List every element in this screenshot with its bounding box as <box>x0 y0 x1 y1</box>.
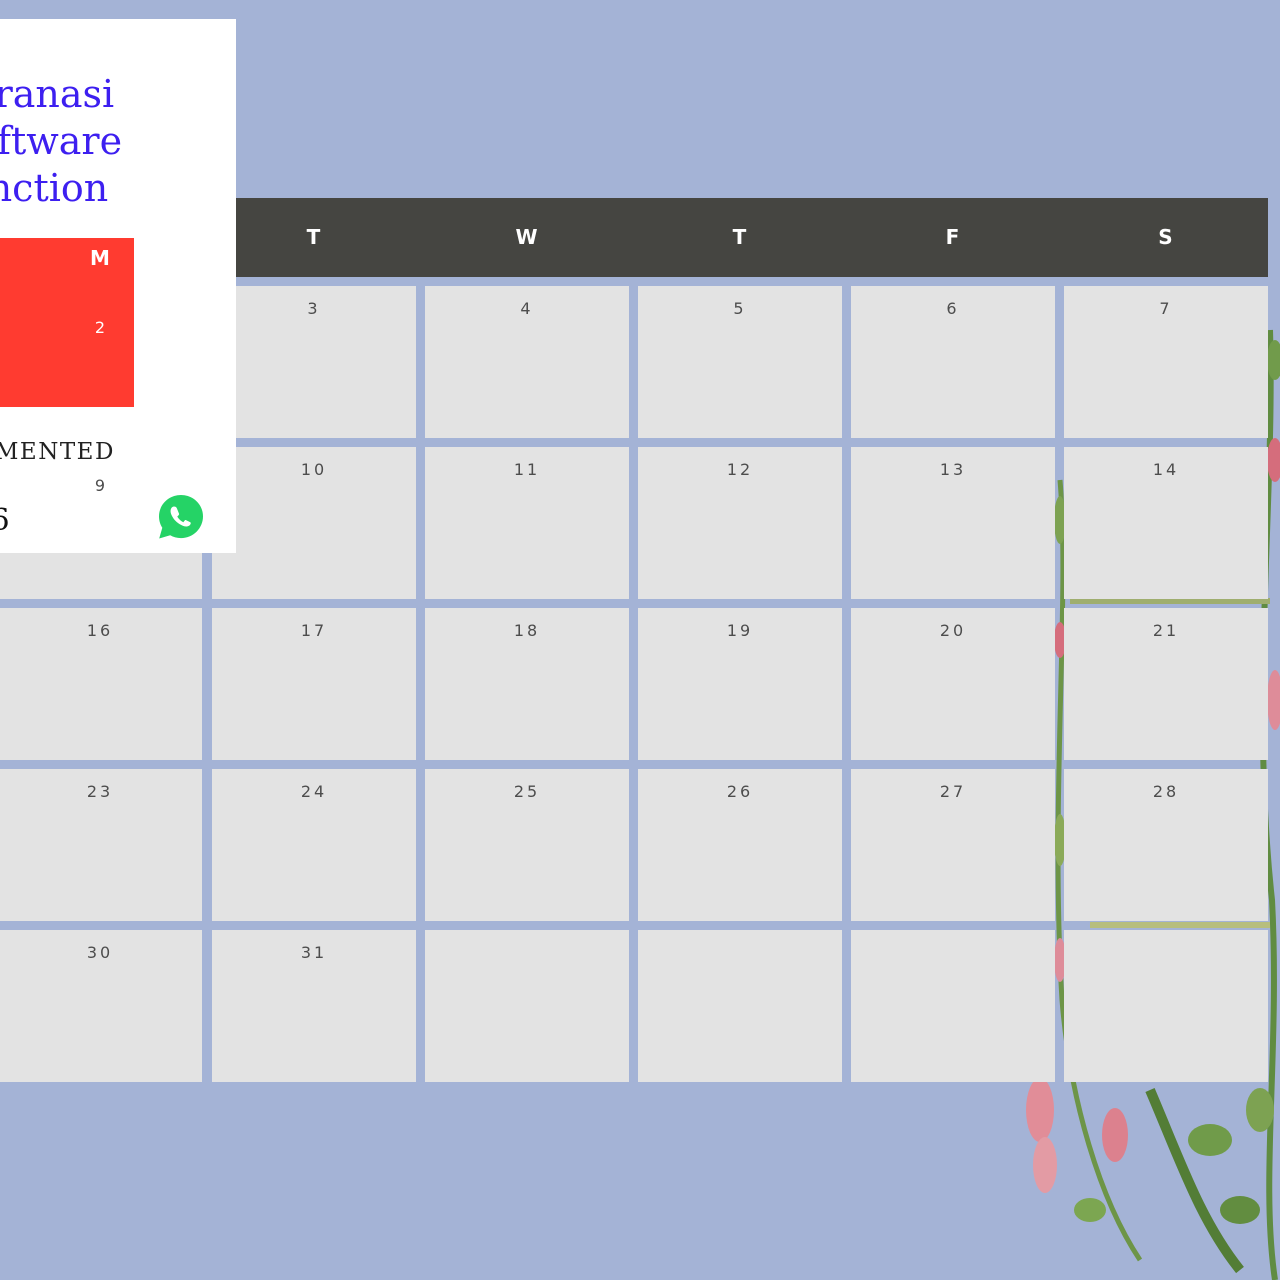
day-header: S <box>1158 225 1174 249</box>
day-number: 24 <box>300 782 328 801</box>
day-number: 27 <box>939 782 967 801</box>
day-number: 4 <box>520 299 534 318</box>
calendar-day-cell[interactable] <box>851 930 1055 1082</box>
calendar-day-cell[interactable] <box>1064 930 1268 1082</box>
calendar-day-cell[interactable] <box>638 930 842 1082</box>
day-number: 19 <box>726 621 754 640</box>
whatsapp-icon[interactable] <box>154 490 208 544</box>
calendar-day-cell[interactable]: 5 <box>638 286 842 438</box>
day-number: 2 <box>94 318 106 337</box>
calendar-day-cell[interactable]: 21 <box>1064 608 1268 760</box>
day-number: 14 <box>1152 460 1180 479</box>
calendar-day-cell[interactable]: 27 <box>851 769 1055 921</box>
day-number: 16 <box>86 621 114 640</box>
calendar-day-cell[interactable]: 23 <box>0 769 202 921</box>
day-number: 26 <box>726 782 754 801</box>
day-number: 3 <box>307 299 321 318</box>
day-number: 30 <box>86 943 114 962</box>
day-number: 25 <box>513 782 541 801</box>
calendar-day-cell[interactable]: 12 <box>638 447 842 599</box>
calendar-day-cell[interactable]: 3 <box>212 286 416 438</box>
calendar-day-cell[interactable]: 16 <box>0 608 202 760</box>
calendar-day-cell[interactable]: 24 <box>212 769 416 921</box>
day-number: 11 <box>513 460 541 479</box>
calendar-day-cell[interactable]: 18 <box>425 608 629 760</box>
calendar-day-cell[interactable]: 14 <box>1064 447 1268 599</box>
day-number: 17 <box>300 621 328 640</box>
day-number: 23 <box>86 782 114 801</box>
day-header: F <box>945 225 961 249</box>
calendar-day-cell[interactable]: 30 <box>0 930 202 1082</box>
day-number: 31 <box>300 943 328 962</box>
day-number: 20 <box>939 621 967 640</box>
day-header: W <box>515 225 539 249</box>
calendar-day-cell[interactable]: 31 <box>212 930 416 1082</box>
calendar-day-cell[interactable]: 13 <box>851 447 1055 599</box>
calendar-day-cell[interactable]: 20 <box>851 608 1055 760</box>
calendar-day-cell[interactable]: 10 <box>212 447 416 599</box>
day-header: T <box>732 225 748 249</box>
day-number: 10 <box>300 460 328 479</box>
day-number: 7 <box>1159 299 1173 318</box>
day-number: 13 <box>939 460 967 479</box>
promo-title-line: Junction <box>0 166 109 210</box>
calendar-day-cell[interactable]: 28 <box>1064 769 1268 921</box>
calendar-day-cell[interactable]: 19 <box>638 608 842 760</box>
promo-title-line: Varanasi <box>0 72 115 116</box>
day-number: 5 <box>733 299 747 318</box>
promo-tagline: AUGMENTED <box>0 439 115 465</box>
day-number: 28 <box>1152 782 1180 801</box>
day-number: 21 <box>1152 621 1180 640</box>
calendar-day-cell[interactable]: 26 <box>638 769 842 921</box>
calendar-day-cell[interactable]: 4 <box>425 286 629 438</box>
day-header: T <box>306 225 322 249</box>
calendar-day-cell[interactable]: 11 <box>425 447 629 599</box>
promo-title: Varanasi Software Junction <box>0 71 236 212</box>
day-number: 12 <box>726 460 754 479</box>
calendar-day-cell[interactable]: 7 <box>1064 286 1268 438</box>
phone-number[interactable]: 0894326 <box>0 503 10 538</box>
day-number: 18 <box>513 621 541 640</box>
promo-title-line: Software <box>0 119 123 163</box>
calendar-day-cell[interactable]: 17 <box>212 608 416 760</box>
calendar-day-cell[interactable] <box>425 930 629 1082</box>
day-header-monday: M <box>90 246 110 270</box>
promo-card: Varanasi Software Junction M 2 AUGMENTED… <box>0 19 236 553</box>
day-number: 6 <box>946 299 960 318</box>
calendar-day-cell[interactable]: 25 <box>425 769 629 921</box>
calendar-day-cell[interactable]: 6 <box>851 286 1055 438</box>
